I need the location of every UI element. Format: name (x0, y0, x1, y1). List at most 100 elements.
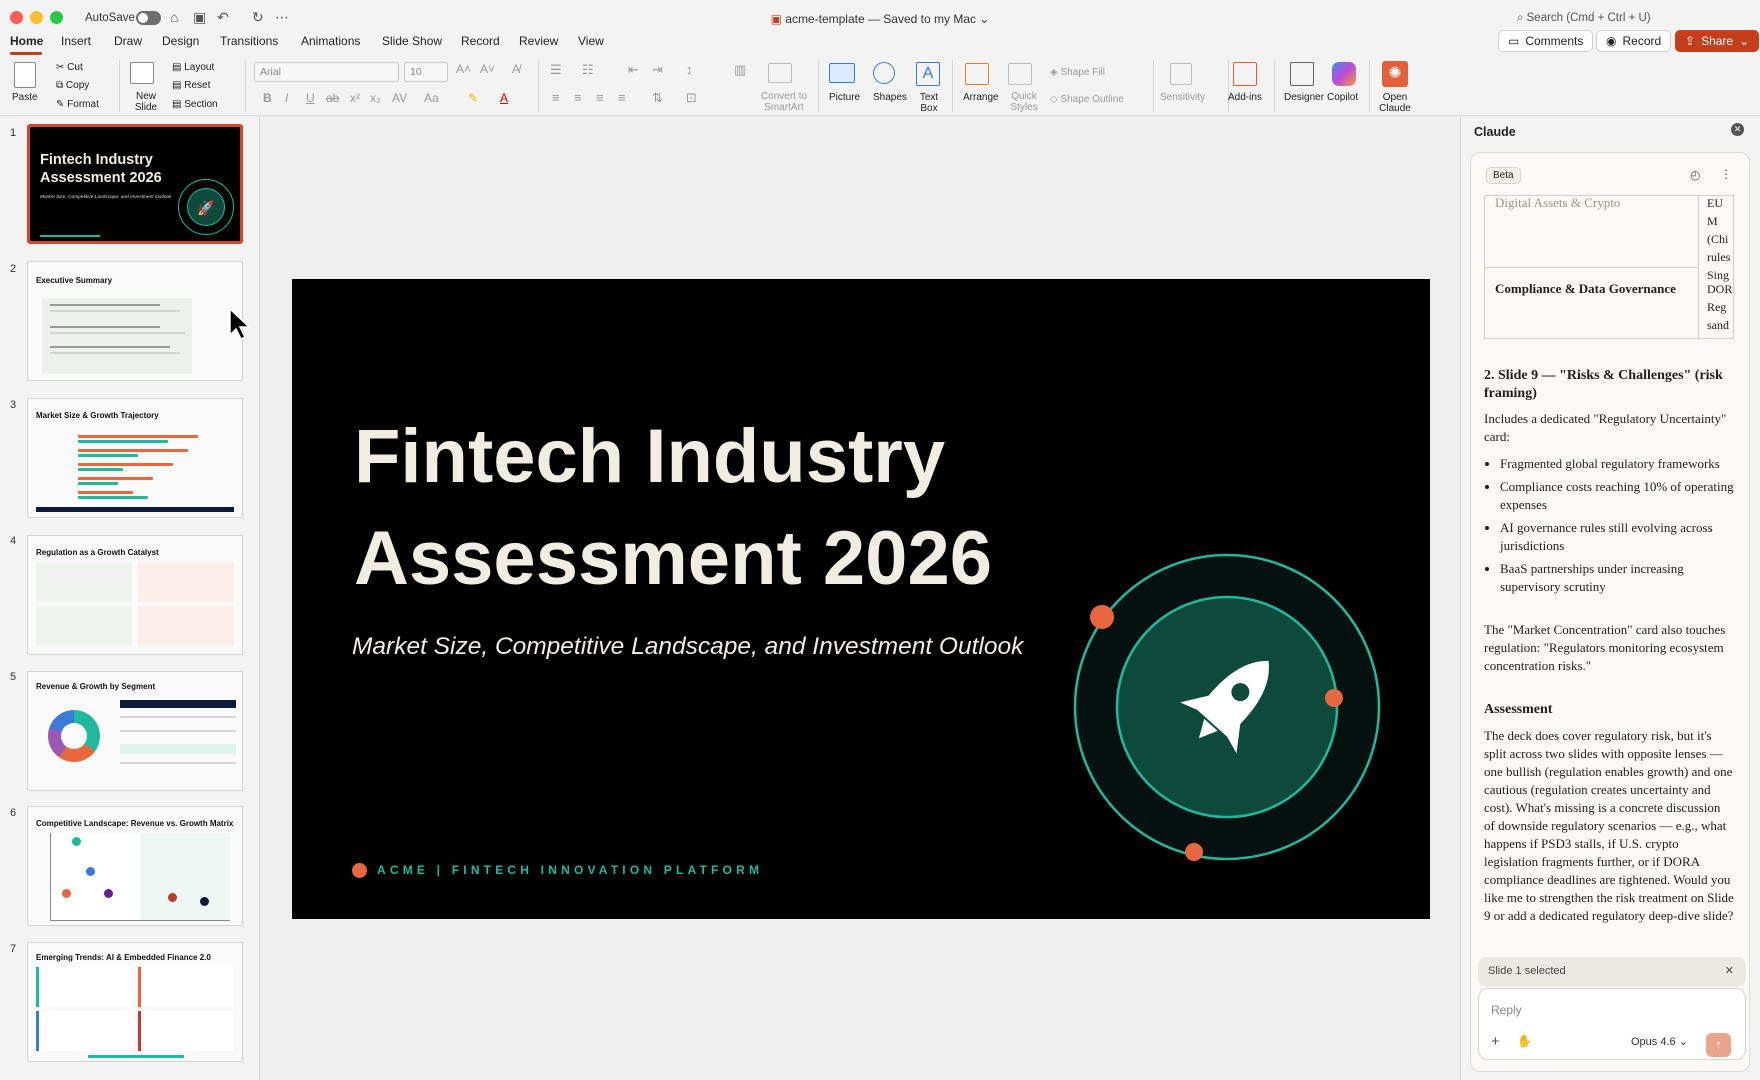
search-box[interactable]: ⌕ Search (Cmd + Ctrl + U) (1517, 12, 1651, 25)
superscript-icon[interactable]: x² (350, 92, 360, 104)
text-direction-icon[interactable]: ⇅ (652, 91, 663, 104)
share-button[interactable]: ⇪ Share ⌄ (1675, 30, 1760, 52)
send-button[interactable]: ↑ (1706, 1033, 1731, 1057)
shape-outline-button[interactable]: ◇ Shape Outline (1050, 94, 1124, 105)
history-icon[interactable]: ◴ (1690, 168, 1700, 182)
layout-button[interactable]: ▤ Layout (172, 62, 214, 73)
format-painter-button[interactable]: ✎ Format (56, 99, 99, 110)
reset-button[interactable]: ▤ Reset (172, 80, 210, 91)
columns-icon[interactable]: ▥ (734, 63, 746, 76)
align-text-icon[interactable]: ⊡ (686, 91, 697, 104)
character-spacing-icon[interactable]: AV (392, 92, 407, 104)
response-heading: Assessment (1484, 702, 1553, 717)
tab-review[interactable]: Review (519, 34, 558, 48)
slide-thumbnail-2[interactable]: Executive Summary (27, 261, 243, 381)
slide-thumbnail-5[interactable]: Revenue & Growth by Segment (27, 671, 243, 791)
subscript-icon[interactable]: x₂ (370, 92, 381, 104)
strikethrough-icon[interactable]: ab (326, 92, 339, 104)
align-right-icon[interactable]: ≡ (596, 91, 604, 104)
underline-icon[interactable]: U (306, 92, 315, 104)
shape-fill-button[interactable]: ◈ Shape Fill (1050, 67, 1105, 78)
arrange-icon[interactable] (965, 63, 989, 85)
tab-design[interactable]: Design (162, 34, 199, 48)
font-size-select[interactable]: 10 (404, 62, 448, 82)
align-left-icon[interactable]: ≡ (552, 91, 560, 104)
clear-formatting-icon[interactable]: A̸ (512, 63, 520, 75)
hand-icon[interactable]: ✋ (1517, 1034, 1532, 1048)
decrease-indent-icon[interactable]: ⇤ (628, 63, 639, 76)
tab-draw[interactable]: Draw (114, 34, 142, 48)
slide-canvas[interactable]: Fintech Industry Assessment 2026 Market … (292, 279, 1430, 919)
text-box-button[interactable]: Text Box (917, 92, 941, 114)
slide-thumbnail-1[interactable]: Fintech Industry Assessment 2026 Market … (27, 124, 243, 244)
shapes-button[interactable]: Shapes (873, 92, 907, 103)
section-label: Section (184, 99, 218, 110)
decrease-font-size-icon[interactable]: A˅ (480, 63, 495, 75)
change-case-icon[interactable]: Aa (424, 92, 439, 104)
quick-styles-button[interactable]: Quick Styles (1009, 91, 1039, 113)
font-color-icon[interactable]: A (500, 92, 508, 104)
tab-slide-show[interactable]: Slide Show (382, 34, 442, 48)
add-icon[interactable]: + (1491, 1033, 1500, 1050)
addins-icon[interactable] (1233, 62, 1257, 86)
addins-button[interactable]: Add-ins (1228, 92, 1262, 103)
copilot-button[interactable]: Copilot (1327, 92, 1358, 103)
record-button[interactable]: ◉ Record (1596, 30, 1672, 52)
slide-thumbnail-7[interactable]: Emerging Trends: AI & Embedded Finance 2… (27, 942, 243, 1062)
designer-button[interactable]: Designer (1284, 92, 1324, 103)
sensitivity-button[interactable]: Sensitivity (1160, 92, 1205, 103)
smartart-icon[interactable] (768, 63, 792, 83)
claude-logo-icon[interactable]: ✺ (1382, 61, 1408, 87)
paste-icon[interactable] (14, 62, 36, 88)
rocket-emblem[interactable] (1072, 552, 1382, 862)
text-box-icon[interactable]: A (916, 62, 940, 86)
tab-animations[interactable]: Animations (301, 34, 360, 48)
slide-thumbnail-4[interactable]: Regulation as a Growth Catalyst (27, 535, 243, 655)
slide-thumbnail-3[interactable]: Market Size & Growth Trajectory (27, 398, 243, 518)
numbering-icon[interactable]: ☷ (582, 63, 594, 76)
comments-button[interactable]: ▭ Comments (1498, 30, 1594, 52)
quick-styles-icon[interactable] (1008, 63, 1032, 85)
designer-icon[interactable] (1290, 62, 1314, 86)
cut-button[interactable]: ✂ Cut (56, 62, 83, 73)
document-title[interactable]: ▣ acme-template — Saved to my Mac ⌄ (0, 12, 1760, 26)
arrange-button[interactable]: Arrange (963, 92, 999, 103)
align-center-icon[interactable]: ≡ (574, 91, 582, 104)
tab-home[interactable]: Home (10, 34, 43, 48)
justify-icon[interactable]: ≡ (618, 91, 626, 104)
slide-subtitle[interactable]: Market Size, Competitive Landscape, and … (352, 633, 1023, 661)
increase-font-size-icon[interactable]: A˄ (456, 63, 471, 75)
slide-thumbnail-6[interactable]: Competitive Landscape: Revenue vs. Growt… (27, 806, 243, 926)
section-button[interactable]: ▤ Section (172, 99, 218, 110)
new-slide-icon[interactable] (130, 62, 154, 84)
more-options-icon[interactable]: ⋮ (1720, 167, 1732, 181)
tab-transitions[interactable]: Transitions (220, 34, 278, 48)
tab-record[interactable]: Record (461, 34, 500, 48)
picture-button[interactable]: Picture (829, 92, 860, 103)
tab-insert[interactable]: Insert (61, 34, 91, 48)
model-selector[interactable]: Opus 4.6 ⌄ (1631, 1035, 1688, 1048)
line-spacing-icon[interactable]: ↕ (686, 63, 693, 76)
picture-icon[interactable] (829, 63, 855, 83)
increase-indent-icon[interactable]: ⇥ (652, 63, 663, 76)
copilot-icon[interactable] (1332, 62, 1356, 86)
font-name-select[interactable]: Arial (254, 62, 399, 82)
open-claude-button[interactable]: Open Claude (1379, 92, 1411, 114)
tab-view[interactable]: View (578, 34, 604, 48)
slide-footer[interactable]: ACME | FINTECH INNOVATION PLATFORM (377, 863, 763, 877)
sensitivity-icon[interactable] (1170, 63, 1192, 85)
model-selector-label: Opus 4.6 (1631, 1036, 1676, 1048)
slide-title[interactable]: Fintech Industry Assessment 2026 (354, 406, 1054, 610)
bold-icon[interactable]: B (263, 92, 272, 104)
highlight-icon[interactable]: ✎ (468, 92, 478, 104)
convert-smartart-button[interactable]: Convert to SmartArt (758, 91, 810, 113)
bullets-icon[interactable]: ☰ (550, 63, 562, 76)
italic-icon[interactable]: I (285, 92, 288, 104)
shapes-icon[interactable] (873, 62, 895, 84)
paste-button[interactable]: Paste (12, 92, 38, 103)
new-slide-button[interactable]: New Slide (133, 91, 159, 113)
close-icon[interactable]: ✕ (1731, 123, 1744, 136)
close-icon[interactable]: ✕ (1725, 964, 1734, 977)
copy-button[interactable]: ⧉ Copy (56, 80, 89, 91)
response-paragraph: The deck does cover regulatory risk, but… (1484, 728, 1734, 923)
